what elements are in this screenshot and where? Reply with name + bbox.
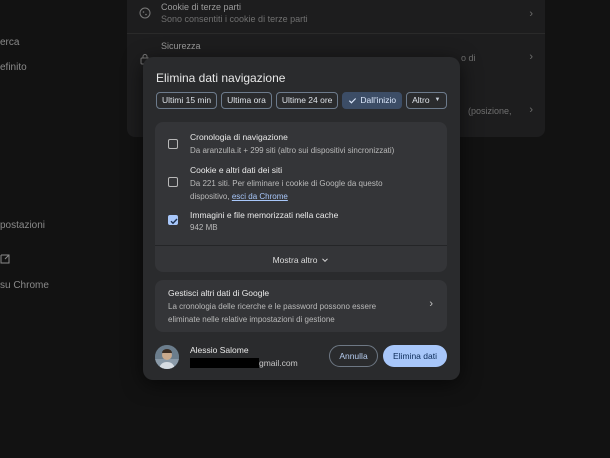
clear-browsing-data-dialog: Elimina dati navigazione Ultimi 15 min U… xyxy=(143,57,460,380)
external-link-icon xyxy=(0,254,10,267)
row-desc-fragment: (posizione, xyxy=(468,106,512,116)
chip-label: Ultima ora xyxy=(227,95,266,105)
data-types-panel: Cronologia di navigazione Da aranzulla.i… xyxy=(155,122,447,272)
row-desc-fragment: o di xyxy=(461,53,476,63)
chip-label: Ultime 24 ore xyxy=(281,95,333,105)
chevron-right-icon: › xyxy=(529,104,533,116)
account-email: gmail.com xyxy=(190,357,298,368)
check-icon xyxy=(349,98,357,104)
divider xyxy=(127,33,545,34)
delete-data-button[interactable]: Elimina dati xyxy=(383,345,447,367)
row-title: Sicurezza xyxy=(161,41,201,51)
chip-label: Ultimi 15 min xyxy=(162,95,212,105)
chip-label: Dall'inizio xyxy=(360,95,397,105)
chevron-right-icon: › xyxy=(529,8,533,20)
item-title: Cronologia di navigazione xyxy=(190,132,288,142)
redacted-email-local-part xyxy=(190,357,259,368)
check-icon xyxy=(170,218,178,224)
browsing-history-checkbox[interactable] xyxy=(168,139,178,149)
card-title: Gestisci altri dati di Google xyxy=(168,288,270,298)
email-domain: gmail.com xyxy=(259,357,298,368)
chevron-down-icon xyxy=(322,257,329,262)
chevron-right-icon: › xyxy=(429,298,433,310)
dialog-title: Elimina dati navigazione xyxy=(156,71,286,85)
account-name: Alessio Salome xyxy=(190,345,249,355)
show-more-button[interactable]: Mostra altro xyxy=(155,247,447,272)
cookies-checkbox[interactable] xyxy=(168,177,178,187)
time-range-selector: Ultimi 15 min Ultima ora Ultime 24 ore D… xyxy=(156,92,447,110)
item-desc: Da 221 siti. Per eliminare i cookie di G… xyxy=(190,177,420,203)
time-range-chip-all-time[interactable]: Dall'inizio xyxy=(342,92,403,109)
time-range-dropdown-more[interactable]: Altro ▼ xyxy=(406,92,447,109)
sidebar-item-fragment: efinito xyxy=(0,62,27,73)
item-title: Cookie e altri dati dei siti xyxy=(190,165,283,175)
divider xyxy=(155,245,447,246)
row-title: Cookie di terze parti xyxy=(161,2,242,12)
item-desc: Da aranzulla.it + 299 siti (altro sui di… xyxy=(190,146,395,155)
item-desc: 942 MB xyxy=(190,223,218,232)
settings-row-third-party-cookies: Cookie di terze parti Sono consentiti i … xyxy=(127,0,545,32)
row-desc: Sono consentiti i cookie di terze parti xyxy=(161,14,308,24)
card-desc: La cronologia delle ricerche e le passwo… xyxy=(168,302,377,324)
show-more-label: Mostra altro xyxy=(272,254,318,265)
sign-out-link[interactable]: esci da Chrome xyxy=(232,192,288,201)
chevron-right-icon: › xyxy=(529,51,533,63)
sidebar-item-fragment: su Chrome xyxy=(0,280,49,291)
chip-label: Altro xyxy=(412,95,430,105)
time-range-chip-last-hour[interactable]: Ultima ora xyxy=(221,92,272,109)
cancel-button[interactable]: Annulla xyxy=(329,345,378,367)
sidebar-item-fragment: erca xyxy=(0,37,20,48)
sidebar-item-fragment: postazioni xyxy=(0,220,46,231)
time-range-chip-15-min[interactable]: Ultimi 15 min xyxy=(156,92,218,109)
dialog-footer: Alessio Salome gmail.com Annulla Elimina… xyxy=(143,342,460,372)
manage-google-data-card[interactable]: Gestisci altri dati di Google La cronolo… xyxy=(155,280,447,332)
time-range-chip-24-hours[interactable]: Ultime 24 ore xyxy=(275,92,339,109)
caret-down-icon: ▼ xyxy=(434,97,441,103)
cookie-icon xyxy=(139,6,151,19)
item-title: Immagini e file memorizzati nella cache xyxy=(190,210,339,220)
avatar xyxy=(155,345,179,369)
cached-images-checkbox[interactable] xyxy=(168,215,178,225)
